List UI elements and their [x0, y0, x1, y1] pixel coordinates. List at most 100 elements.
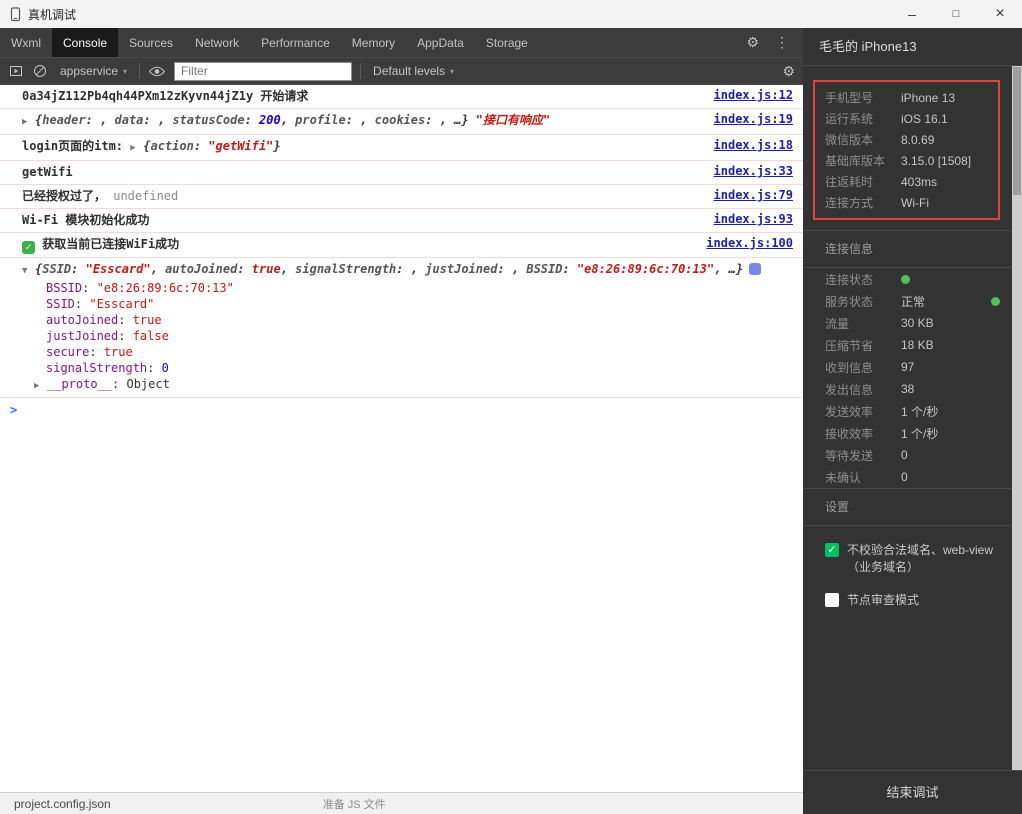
tab-appdata[interactable]: AppData: [406, 28, 475, 57]
console-token: true: [132, 313, 162, 327]
close-button[interactable]: ×: [978, 0, 1022, 28]
console-sidebar-icon[interactable]: [8, 63, 24, 79]
eye-icon[interactable]: [148, 65, 166, 78]
info-label: 服务状态: [825, 294, 874, 309]
console-token: :: [112, 377, 127, 391]
connection-info-row: 接收效率 1 个/秒: [803, 422, 1022, 444]
console-token: :: [71, 262, 86, 276]
expand-toggle-icon[interactable]: ▶: [22, 114, 35, 131]
connection-info-row: 等待发送 0: [803, 444, 1022, 466]
object-property-row: BSSID: "e8:26:89:6c:70:13": [22, 280, 793, 296]
console-message: ✓ 获取当前已连接WiFi成功 index.js:100: [0, 233, 803, 258]
object-property-row: secure: true: [22, 344, 793, 360]
object-badge-icon[interactable]: [749, 263, 762, 275]
console-token: : ,: [345, 113, 375, 127]
connection-info-row: 发送效率 1 个/秒: [803, 400, 1022, 422]
console-token: getWifi: [22, 165, 73, 179]
console-token: signalStrength: [295, 262, 397, 276]
console-token: ,: [280, 262, 296, 276]
end-debug-button[interactable]: 结束调试: [803, 770, 1022, 814]
console-token: :: [118, 313, 133, 327]
object-property-row: SSID: "Esscard": [22, 296, 793, 312]
tab-sources[interactable]: Sources: [118, 28, 184, 57]
device-info-row: 基础库版本 3.15.0 [1508]: [815, 150, 998, 171]
console-message: Wi-Fi 模块初始化成功 index.js:93: [0, 209, 803, 233]
connection-info-row: 压缩节省 18 KB: [803, 334, 1022, 356]
console-toolbar: appservice ▾ Default levels ▾ ⚙: [0, 58, 803, 85]
console-token: :: [147, 361, 162, 375]
clear-console-icon[interactable]: [32, 63, 48, 79]
info-label: 运行系统: [825, 112, 874, 126]
console-token: 获取当前已连接WiFi成功: [35, 237, 180, 251]
titlebar: 真机调试 – □ ×: [0, 0, 1022, 28]
toolbar-divider: [139, 63, 141, 79]
tab-console[interactable]: Console: [52, 28, 119, 57]
info-label: 未确认: [825, 470, 862, 485]
console-prompt[interactable]: >: [0, 398, 803, 422]
tab-storage[interactable]: Storage: [475, 28, 539, 57]
console-token: SSID: [46, 297, 75, 311]
console-token: autoJoined: [46, 313, 119, 327]
console-token: true: [103, 345, 133, 359]
checkbox[interactable]: [825, 593, 839, 607]
info-value: 正常: [901, 294, 926, 309]
device-info-row: 连接方式 Wi-Fi: [815, 192, 998, 213]
console-token: statusCode: [172, 113, 245, 127]
console-token: "getWifi": [208, 139, 274, 153]
console-token: signalStrength: [46, 361, 148, 375]
source-link[interactable]: index.js:12: [714, 88, 793, 102]
info-label: 基础库版本: [825, 154, 886, 168]
tab-list: Wxml Console Sources Network Performance Memo…: [0, 28, 539, 57]
tab-wxml[interactable]: Wxml: [0, 28, 52, 57]
console-token: 0: [161, 361, 169, 375]
source-link[interactable]: index.js:100: [706, 236, 793, 250]
source-link[interactable]: index.js:93: [714, 212, 793, 226]
main-area: Wxml Console Sources Network Performance Memo…: [0, 28, 1022, 814]
info-label: 连接方式: [825, 196, 874, 210]
console-token: :: [118, 329, 133, 343]
tab-memory[interactable]: Memory: [341, 28, 406, 57]
info-label: 微信版本: [825, 133, 874, 147]
console-token: "Esscard": [85, 262, 151, 276]
log-levels-select[interactable]: Default levels ▾: [369, 64, 458, 78]
connection-info-row: 发出信息 38: [803, 378, 1022, 400]
checkbox[interactable]: ✓: [825, 543, 839, 557]
console-token: header: [42, 113, 86, 127]
background-file-name: project.config.json: [14, 796, 111, 811]
expand-toggle-icon[interactable]: ▼: [22, 263, 35, 280]
settings-gear-icon[interactable]: ⚙: [746, 34, 759, 51]
settings-option-label: 不校验合法域名、web-view（业务域名）: [847, 543, 994, 574]
expand-toggle-icon[interactable]: ▶: [34, 378, 47, 394]
settings-option-label: 节点审查模式: [847, 593, 920, 607]
info-label: 收到信息: [825, 360, 874, 375]
filter-input[interactable]: [174, 61, 353, 81]
tab-network[interactable]: Network: [184, 28, 250, 57]
source-link[interactable]: index.js:18: [714, 138, 793, 152]
source-link[interactable]: index.js:19: [714, 112, 793, 126]
more-options-kebab-icon[interactable]: ⋮: [775, 34, 789, 51]
expand-toggle-icon[interactable]: ▶: [130, 140, 143, 157]
device-panel: 毛毛的 iPhone13 手机型号 iPhone 13 运行系统 iOS 16.1 微信…: [803, 28, 1022, 814]
info-label: 连接状态: [825, 272, 874, 287]
console-token: BSSID: [526, 262, 563, 276]
info-value: 0: [901, 448, 908, 462]
background-status-text: 准备 JS 文件: [322, 798, 386, 811]
tab-performance[interactable]: Performance: [250, 28, 341, 57]
info-label: 流量: [825, 316, 850, 331]
info-value: 1 个/秒: [901, 404, 939, 419]
source-link[interactable]: index.js:79: [714, 188, 793, 202]
source-link[interactable]: index.js:33: [714, 164, 793, 178]
panel-scrollbar[interactable]: [1012, 66, 1022, 770]
console-token: :: [89, 345, 104, 359]
info-value: 18 KB: [901, 338, 934, 352]
execution-context-select[interactable]: appservice ▾: [56, 64, 131, 78]
device-name-header: 毛毛的 iPhone13: [803, 28, 1022, 66]
console-token: action: [150, 139, 194, 153]
console-token: cookies: [374, 113, 426, 127]
device-panel-content: 手机型号 iPhone 13 运行系统 iOS 16.1 微信版本 8.0.69 基础库版本…: [803, 66, 1022, 770]
scrollbar-thumb[interactable]: [1013, 67, 1021, 195]
console-settings-gear-icon[interactable]: ⚙: [782, 63, 795, 80]
device-info-row: 运行系统 iOS 16.1: [815, 108, 998, 129]
maximize-button[interactable]: □: [934, 0, 978, 28]
minimize-button[interactable]: –: [890, 0, 934, 28]
